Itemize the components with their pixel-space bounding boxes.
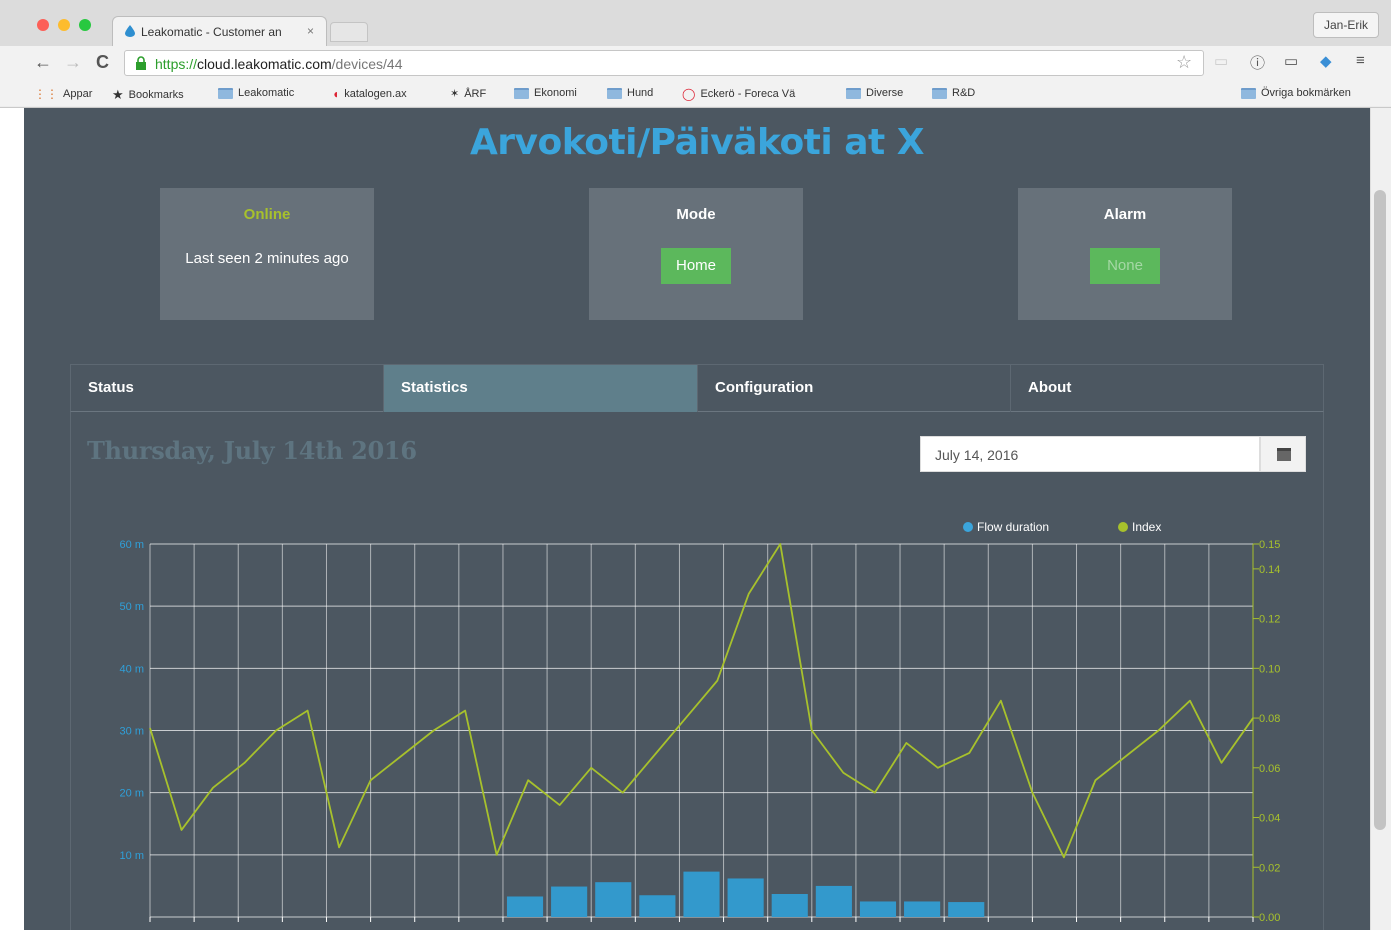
folder-icon [846,87,861,99]
bookmark-label: Övriga bokmärken [1261,87,1351,99]
bookmark-katalogen[interactable]: ◖ katalogen.ax [332,87,407,101]
browser-tab-title: Leakomatic - Customer an [141,25,282,39]
y-right-tick-label: 0.06 [1259,763,1280,775]
bookmark-label: Hund [627,87,654,99]
bookmark-eckero[interactable]: ◯ Eckerö - Foreca Vä [682,87,795,101]
folder-icon [932,87,947,99]
y-right-tick-label: 0.04 [1259,813,1280,825]
info-extension-icon[interactable]: ⓘ [1250,52,1265,73]
flow-duration-bar [683,871,720,917]
flow-duration-bar [551,886,588,917]
bookmark-label: Bookmarks [128,89,184,101]
y-left-tick-label: 20 m [120,788,144,800]
y-right-tick-label: 0.12 [1259,614,1280,626]
y-left-tick-label: 60 m [120,539,144,551]
bookmark-label: Appar [63,88,93,100]
bookmark-leakomatic[interactable]: Leakomatic [218,87,294,99]
y-left-tick-label: 10 m [120,850,144,862]
flow-duration-bar [639,895,676,917]
legend-flow-duration-label: Flow duration [977,520,1049,534]
url-scheme: https:// [155,56,198,72]
y-right-tick-label: 0.14 [1259,564,1280,576]
site-icon: ◯ [682,87,696,101]
bookmark-label: Eckerö - Foreca Vä [700,88,796,100]
index-line [149,543,1254,859]
folder-icon [514,87,529,99]
y-left-tick-label: 50 m [120,601,144,613]
bookmark-label: R&D [952,87,976,99]
flow-duration-bar [859,901,897,917]
chart-svg: 60 m 50 m 40 m 30 m 20 m 10 m 0.15 0.14 0.12 0.10… [120,520,1281,924]
flow-duration-bar [815,885,852,917]
lock-icon [136,56,146,70]
bookmark-ekonomi[interactable]: Ekonomi [514,87,577,99]
window-maximize-button[interactable] [79,19,91,31]
bookmark-label: katalogen.ax [344,88,407,100]
folder-icon [1241,87,1256,99]
bookmark-arf[interactable]: ✶ ÅRF [450,87,487,101]
apps-grid-icon: ⋮⋮ [34,87,58,101]
bookmark-label: Ekonomi [534,87,577,99]
y-right-tick-label: 0.02 [1259,862,1280,874]
legend-index-swatch [1118,522,1128,532]
profile-button[interactable]: Jan-Erik [1313,12,1379,38]
bookmark-label: Diverse [866,87,904,99]
y-left-tick-label: 40 m [120,663,144,675]
flow-duration-bar [771,893,808,917]
forward-arrow-icon[interactable]: → [64,52,82,73]
flow-duration-bar [727,878,764,917]
address-bar[interactable]: https://cloud.leakomatic.com/devices/44 [124,50,1204,76]
folder-icon [607,87,622,99]
cast-icon[interactable]: ▭ [1284,52,1298,70]
extension-blue-icon[interactable]: ◆ [1320,52,1332,70]
bookmark-label: Leakomatic [238,87,295,99]
legend-flow-duration-swatch [963,522,973,532]
window-close-button[interactable] [37,19,49,31]
bookmark-other[interactable]: Övriga bokmärken [1241,87,1351,99]
bookmarks-bar: ⋮⋮ Appar ★ Bookmarks Leakomatic ◖ katalogen… [0,82,1391,106]
browser-chrome: Leakomatic - Customer an × Jan-Erik ← → … [0,0,1391,108]
legend-index-label: Index [1132,520,1161,534]
folder-icon [218,87,233,99]
url-path: /devices/44 [331,56,403,72]
y-right-tick-label: 0.00 [1259,912,1280,924]
window-minimize-button[interactable] [58,19,70,31]
bookmark-bookmarks[interactable]: ★ Bookmarks [112,87,184,103]
flow-duration-bar [904,901,941,917]
extension-icon[interactable]: ▭ [1214,52,1228,70]
flow-duration-bar [595,882,632,917]
y-right-tick-label: 0.08 [1259,713,1280,725]
tab-close-icon[interactable]: × [307,24,314,38]
url-host: cloud.leakomatic.com [197,56,332,72]
bookmark-hund[interactable]: Hund [607,87,653,99]
star-icon: ★ [112,87,124,102]
y-right-tick-label: 0.10 [1259,663,1280,675]
browser-tab-bar: Leakomatic - Customer an × Jan-Erik [0,0,1391,46]
browser-tab-active[interactable]: Leakomatic - Customer an × [112,16,327,46]
new-tab-button[interactable] [330,22,368,42]
droplet-favicon-icon [125,25,135,37]
reload-icon[interactable]: C [96,52,109,73]
flow-duration-bar [506,896,544,917]
bookmark-diverse[interactable]: Diverse [846,87,903,99]
back-arrow-icon[interactable]: ← [34,52,52,73]
bookmark-apps[interactable]: ⋮⋮ Appar [34,87,92,101]
url-text: https://cloud.leakomatic.com/devices/44 [155,56,402,72]
menu-icon[interactable]: ≡ [1356,52,1365,69]
page-content: Arvokoti/Päiväkoti at X Online Last seen… [24,108,1370,930]
page-scrollbar-thumb[interactable] [1374,190,1386,830]
site-icon: ◖ [332,87,340,101]
y-right-tick-label: 0.15 [1259,539,1280,551]
y-left-tick-label: 30 m [120,726,144,738]
bookmark-rd[interactable]: R&D [932,87,975,99]
bookmark-label: ÅRF [464,87,487,100]
bookmark-star-icon[interactable]: ☆ [1176,52,1192,73]
flow-duration-bar [948,902,985,917]
site-icon: ✶ [450,88,460,100]
